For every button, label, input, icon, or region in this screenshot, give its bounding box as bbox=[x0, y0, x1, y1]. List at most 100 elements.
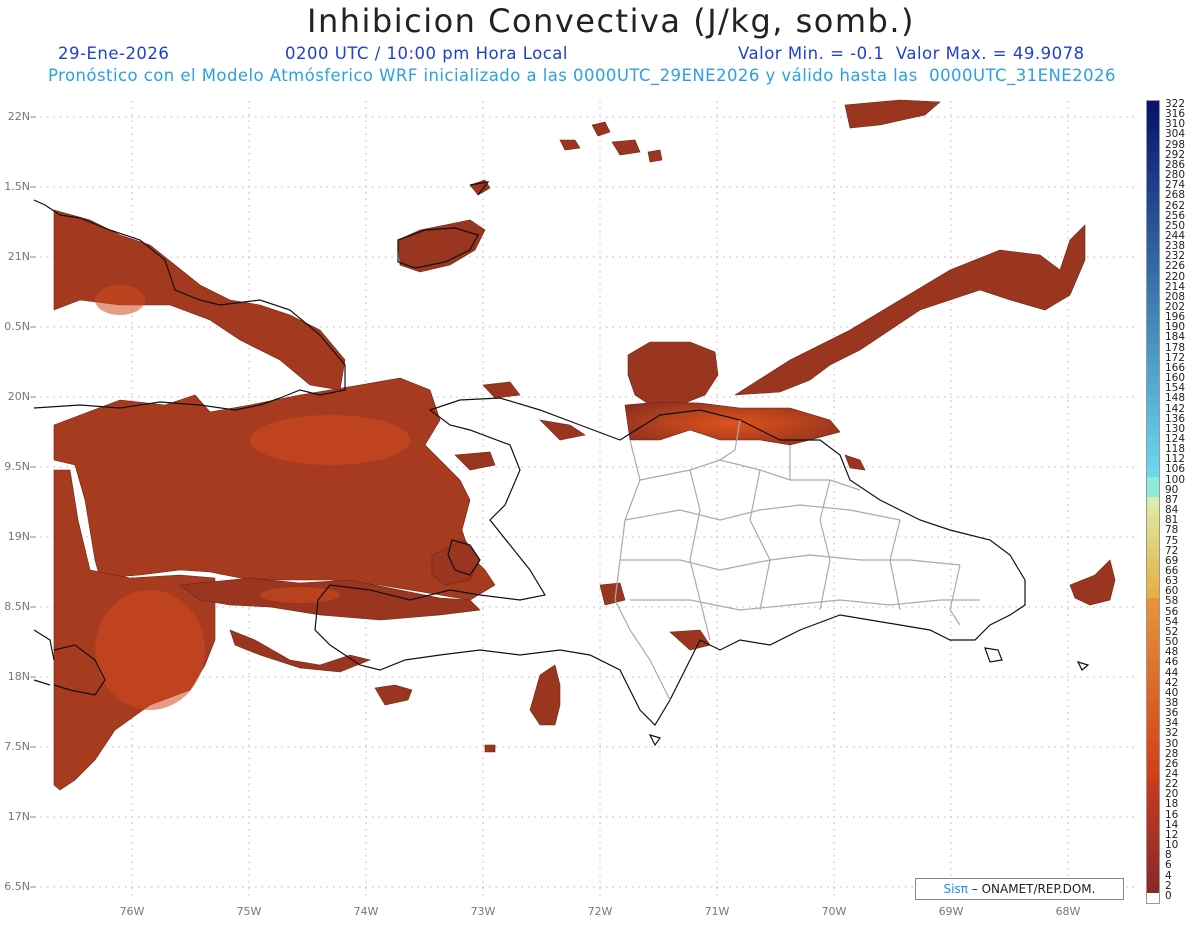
date-label: 29-Ene-2026 bbox=[58, 44, 170, 63]
colorbar-cell bbox=[1147, 405, 1159, 417]
colorbar-cell bbox=[1147, 710, 1159, 721]
colorbar-cell bbox=[1147, 202, 1159, 214]
colorbar-cell bbox=[1147, 659, 1159, 670]
colorbar-label: 148 bbox=[1165, 392, 1186, 405]
colorbar-cell bbox=[1147, 263, 1159, 275]
colorbar-cell bbox=[1147, 253, 1159, 264]
colorbar-cell bbox=[1147, 456, 1159, 467]
colorbar-cell bbox=[1147, 111, 1159, 122]
colorbar-cell bbox=[1147, 151, 1159, 163]
lat-label: 18N bbox=[7, 670, 30, 683]
colorbar-cell bbox=[1147, 476, 1159, 488]
lon-label: 73W bbox=[470, 905, 496, 918]
colorbar-cell bbox=[1147, 567, 1159, 579]
colorbar-cell bbox=[1147, 436, 1159, 447]
colorbar-cell bbox=[1147, 852, 1159, 863]
page-title: Inhibicion Convectiva (J/kg, somb.) bbox=[307, 2, 915, 40]
colorbar-cell bbox=[1147, 842, 1159, 853]
colorbar-cell bbox=[1147, 192, 1159, 203]
minmax-label: Valor Min. = -0.1 Valor Max. = 49.9078 bbox=[738, 44, 1085, 63]
lon-label: 69W bbox=[938, 905, 964, 918]
colorbar-cell bbox=[1147, 689, 1159, 701]
lat-label: 6.5N bbox=[4, 880, 30, 893]
colorbar-cell bbox=[1147, 598, 1159, 610]
colorbar-cell bbox=[1147, 588, 1159, 599]
lat-label: 7.5N bbox=[4, 740, 30, 753]
colorbar-cell bbox=[1147, 517, 1159, 528]
colorbar-cell bbox=[1147, 344, 1159, 356]
credit-box: Sisπ – ONAMET/REP.DOM. bbox=[915, 878, 1124, 900]
map-canvas bbox=[30, 99, 1138, 899]
lat-label: 17N bbox=[7, 810, 30, 823]
colorbar-cell bbox=[1147, 831, 1159, 843]
colorbar-cell bbox=[1147, 385, 1159, 396]
colorbar-cell bbox=[1147, 882, 1159, 894]
colorbar-cell bbox=[1147, 232, 1159, 244]
lat-label: 9.5N bbox=[4, 460, 30, 473]
colorbar-cell bbox=[1147, 141, 1159, 153]
colorbar-cell bbox=[1147, 324, 1159, 335]
credit-sis: Sisπ bbox=[943, 882, 968, 896]
colorbar-cell bbox=[1147, 364, 1159, 376]
colorbar-cell bbox=[1147, 740, 1159, 752]
colorbar-cell bbox=[1147, 222, 1159, 234]
colorbar-label: 0 bbox=[1165, 889, 1172, 902]
colorbar-cell bbox=[1147, 375, 1159, 386]
colorbar-cell bbox=[1147, 334, 1159, 346]
colorbar-cell bbox=[1147, 446, 1159, 457]
colorbar-cell bbox=[1147, 892, 1159, 904]
colorbar-cell bbox=[1147, 760, 1159, 772]
colorbar-cell bbox=[1147, 618, 1159, 630]
colorbar-cell bbox=[1147, 720, 1159, 731]
colorbar-cell bbox=[1147, 730, 1159, 742]
lon-label: 68W bbox=[1055, 905, 1081, 918]
colorbar-label: 184 bbox=[1165, 331, 1186, 344]
colorbar-cell bbox=[1147, 466, 1159, 478]
colorbar-cell bbox=[1147, 212, 1159, 224]
lon-label: 72W bbox=[587, 905, 613, 918]
lat-label: 20N bbox=[7, 390, 30, 403]
colorbar-cell bbox=[1147, 507, 1159, 518]
colorbar-label: 58 bbox=[1165, 595, 1179, 608]
time-label: 0200 UTC / 10:00 pm Hora Local bbox=[285, 44, 568, 63]
lat-label: 22N bbox=[7, 110, 30, 123]
colorbar-cell bbox=[1147, 537, 1159, 549]
colorbar-cell bbox=[1147, 283, 1159, 295]
lon-label: 71W bbox=[704, 905, 730, 918]
forecast-label: Pronóstico con el Modelo Atmósferico WRF… bbox=[48, 66, 1116, 85]
colorbar-cell bbox=[1147, 314, 1159, 325]
colorbar-cell bbox=[1147, 354, 1159, 366]
colorbar-label: 32 bbox=[1165, 727, 1179, 740]
colorbar-label: 106 bbox=[1165, 463, 1186, 476]
colorbar-label: 304 bbox=[1165, 128, 1186, 141]
colorbar-cell bbox=[1147, 273, 1159, 285]
lon-label: 75W bbox=[236, 905, 262, 918]
colorbar-cell bbox=[1147, 649, 1159, 660]
colorbar-cell bbox=[1147, 750, 1159, 762]
colorbar-cell bbox=[1147, 415, 1159, 427]
credit-org: – ONAMET/REP.DOM. bbox=[967, 882, 1096, 896]
colorbar-cell bbox=[1147, 699, 1159, 711]
colorbar-label: 18 bbox=[1165, 798, 1179, 811]
colorbar-cell bbox=[1147, 608, 1159, 620]
colorbar-label: 226 bbox=[1165, 260, 1186, 273]
colorbar-cell bbox=[1147, 872, 1159, 884]
colorbar-cell bbox=[1147, 243, 1159, 254]
colorbar-cell bbox=[1147, 781, 1159, 792]
colorbar-label: 6 bbox=[1165, 859, 1172, 872]
colorbar-cell bbox=[1147, 791, 1159, 802]
lon-label: 76W bbox=[119, 905, 145, 918]
colorbar bbox=[1146, 100, 1160, 904]
lat-label: 19N bbox=[7, 530, 30, 543]
colorbar-cell bbox=[1147, 101, 1159, 112]
lat-label: 1.5N bbox=[4, 180, 30, 193]
colorbar-cell bbox=[1147, 304, 1159, 315]
colorbar-cell bbox=[1147, 669, 1159, 681]
colorbar-cell bbox=[1147, 628, 1159, 640]
colorbar-label: 78 bbox=[1165, 524, 1179, 537]
colorbar-cell bbox=[1147, 182, 1159, 193]
colorbar-cell bbox=[1147, 578, 1159, 589]
colorbar-label: 44 bbox=[1165, 666, 1179, 679]
colorbar-cell bbox=[1147, 527, 1159, 539]
lat-label: 21N bbox=[7, 250, 30, 263]
